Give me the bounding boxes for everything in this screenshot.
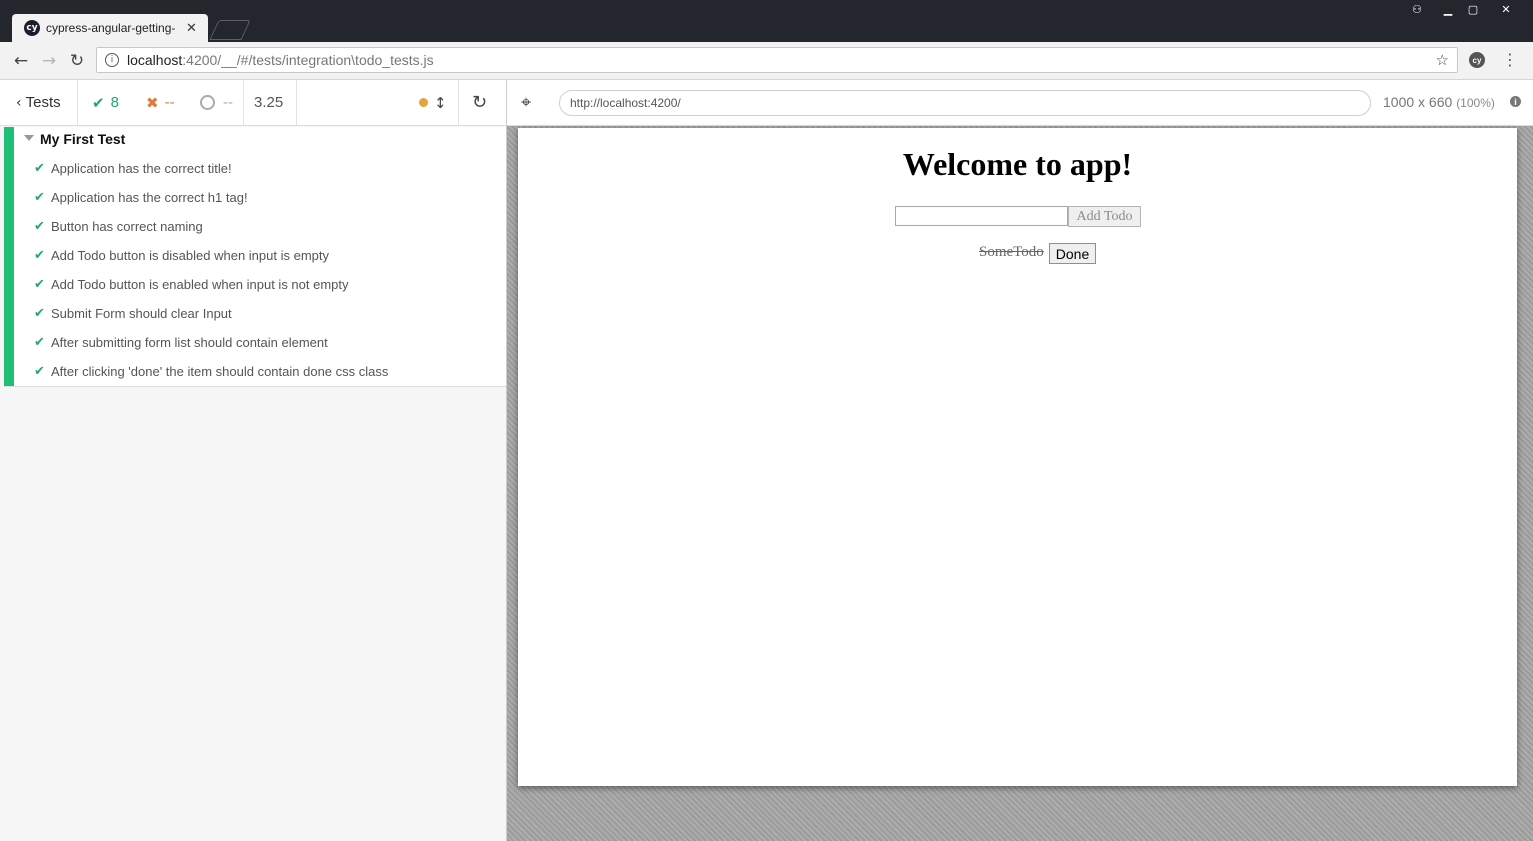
check-icon: ✔ bbox=[34, 334, 45, 350]
tab-close-icon[interactable]: ✕ bbox=[186, 20, 197, 36]
check-icon: ✔ bbox=[34, 189, 45, 205]
reporter-header: ‹ Tests ✔ 8 ✖ -- -- 3.25 ↕ ↻ bbox=[0, 80, 506, 126]
passed-stat: ✔ 8 bbox=[92, 93, 119, 112]
check-icon: ✔ bbox=[34, 276, 45, 292]
profile-icon[interactable]: ⚇ bbox=[1405, 0, 1429, 18]
window-titlebar: cy cypress-angular-getting- ✕ ⚇ ▁ ▢ ✕ bbox=[0, 0, 1533, 42]
test-item[interactable]: ✔ Button has correct naming bbox=[34, 214, 203, 238]
running-dot-icon bbox=[419, 98, 428, 107]
info-icon[interactable]: i bbox=[105, 53, 119, 67]
test-item[interactable]: ✔ Submit Form should clear Input bbox=[34, 301, 232, 325]
star-icon[interactable]: ☆ bbox=[1436, 51, 1449, 69]
suite-title[interactable]: My First Test bbox=[40, 131, 125, 147]
address-bar[interactable]: i localhost:4200/__/#/tests/integration\… bbox=[96, 47, 1458, 73]
test-item[interactable]: ✔ Add Todo button is disabled when input … bbox=[34, 243, 329, 267]
chevron-left-icon: ‹ bbox=[16, 94, 22, 111]
vertical-arrows-icon: ↕ bbox=[434, 93, 447, 112]
close-window-button[interactable]: ✕ bbox=[1494, 0, 1518, 18]
done-button[interactable]: Done bbox=[1049, 243, 1096, 264]
caret-down-icon[interactable] bbox=[24, 135, 34, 141]
test-item[interactable]: ✔ Application has the correct h1 tag! bbox=[34, 185, 248, 209]
browser-tab[interactable]: cy cypress-angular-getting- ✕ bbox=[12, 14, 208, 42]
rerun-icon[interactable]: ↻ bbox=[472, 80, 487, 125]
cypress-reporter: ‹ Tests ✔ 8 ✖ -- -- 3.25 ↕ ↻ My First Te… bbox=[0, 80, 507, 841]
selector-playground-icon[interactable]: ⌖ bbox=[521, 92, 531, 113]
kebab-menu-icon[interactable]: ⋮ bbox=[1502, 50, 1518, 69]
add-todo-button[interactable]: Add Todo bbox=[1068, 206, 1141, 227]
viewport-size: 1000 x 660 (100%) bbox=[1383, 94, 1495, 110]
test-item[interactable]: ✔ Application has the correct title! bbox=[34, 156, 232, 180]
app-under-test-pane: ⌖ http://localhost:4200/ 1000 x 660 (100… bbox=[507, 80, 1533, 841]
duration: 3.25 bbox=[254, 94, 284, 111]
todo-input[interactable] bbox=[895, 206, 1068, 226]
minimize-button[interactable]: ▁ bbox=[1436, 0, 1460, 18]
check-icon: ✔ bbox=[34, 218, 45, 234]
cypress-extension-icon[interactable]: cy bbox=[1469, 52, 1485, 68]
tab-title: cypress-angular-getting- bbox=[46, 21, 176, 35]
test-item[interactable]: ✔ Add Todo button is enabled when input i… bbox=[34, 272, 349, 296]
arrow-left-icon[interactable]: ← bbox=[10, 50, 32, 72]
check-icon: ✔ bbox=[34, 305, 45, 321]
auto-scroll-toggle[interactable]: ↕ bbox=[419, 80, 447, 125]
test-item[interactable]: ✔ After clicking 'done' the item should c… bbox=[34, 359, 388, 383]
info-icon[interactable]: i bbox=[1510, 96, 1521, 107]
pending-stat: -- bbox=[200, 80, 233, 125]
reload-icon[interactable]: ↻ bbox=[66, 50, 88, 72]
address-url: localhost:4200/__/#/tests/integration\to… bbox=[127, 52, 434, 68]
maximize-button[interactable]: ▢ bbox=[1461, 0, 1485, 18]
check-icon: ✔ bbox=[34, 363, 45, 379]
new-tab-button[interactable] bbox=[209, 20, 251, 40]
cypress-favicon-icon: cy bbox=[24, 20, 40, 36]
arrow-right-icon[interactable]: → bbox=[38, 50, 60, 72]
check-icon: ✔ bbox=[34, 160, 45, 176]
todo-item-text: SomeTodo bbox=[979, 244, 1044, 260]
check-icon: ✔ bbox=[92, 93, 105, 112]
test-item[interactable]: ✔ After submitting form list should conta… bbox=[34, 330, 328, 354]
tests-nav-button[interactable]: ‹ Tests bbox=[16, 80, 61, 125]
x-icon: ✖ bbox=[146, 93, 159, 112]
aut-url-field: http://localhost:4200/ bbox=[559, 90, 1371, 116]
aut-header: ⌖ http://localhost:4200/ 1000 x 660 (100… bbox=[507, 80, 1533, 126]
test-suite: My First Test ✔ Application has the corre… bbox=[4, 127, 506, 387]
app-heading: Welcome to app! bbox=[902, 146, 1133, 182]
suite-status-bar bbox=[4, 127, 14, 386]
failed-stat: ✖ -- bbox=[146, 93, 175, 112]
check-icon: ✔ bbox=[34, 247, 45, 263]
browser-toolbar: ← → ↻ i localhost:4200/__/#/tests/integr… bbox=[0, 42, 1533, 80]
app-iframe: Welcome to app! Add Todo SomeTodo Done bbox=[518, 128, 1517, 786]
circle-icon bbox=[200, 95, 215, 110]
